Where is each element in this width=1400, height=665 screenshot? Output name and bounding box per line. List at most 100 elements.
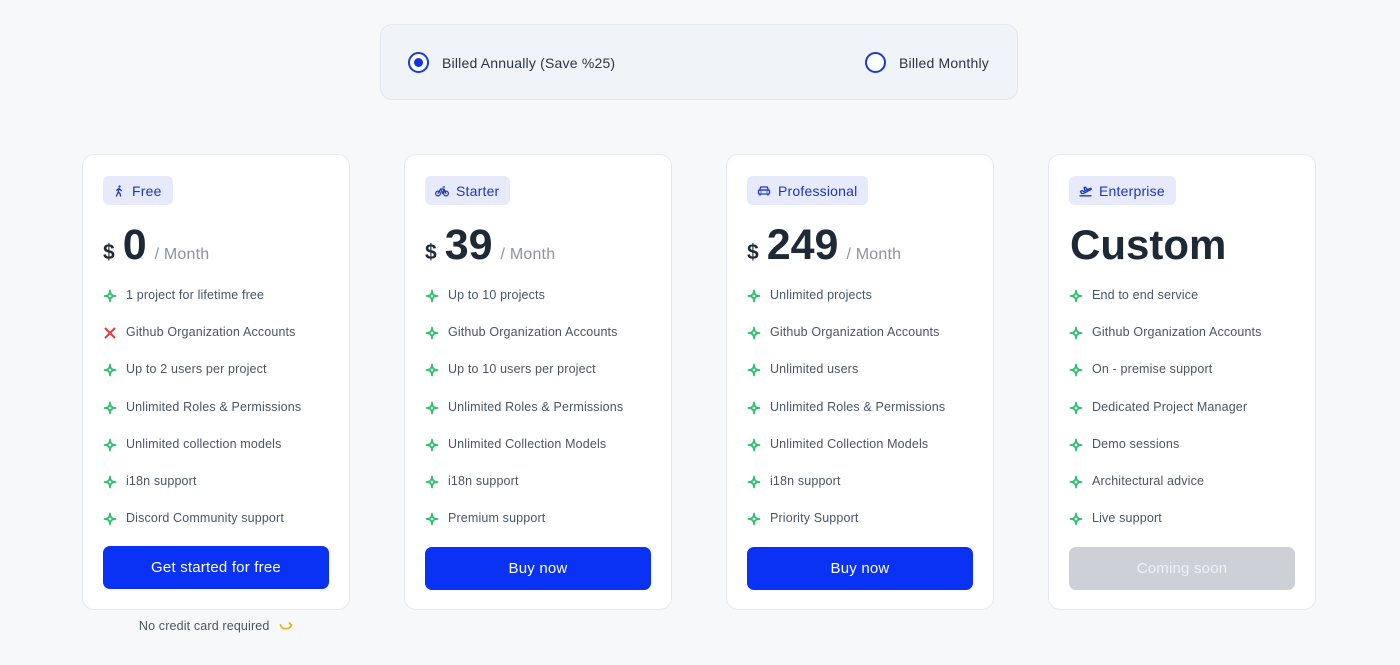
feature-text: Premium support [448, 511, 546, 526]
plan-name: Professional [778, 182, 858, 199]
billing-monthly-radio[interactable] [865, 52, 886, 73]
sparkle-check-icon [1069, 364, 1083, 377]
sparkle-check-icon [747, 475, 761, 489]
billing-toggle: Billed Annually (Save %25) Billed Monthl… [380, 24, 1018, 100]
feature-text: Up to 2 users per project [126, 362, 267, 377]
feature-item: Unlimited projects [747, 282, 945, 319]
sparkle-check-icon [425, 401, 439, 414]
price-custom: Custom [1070, 221, 1227, 268]
feature-text: Dedicated Project Manager [1092, 399, 1248, 414]
price-amount: 39 [444, 221, 493, 269]
get-started-button[interactable]: Get started for free [103, 546, 329, 589]
feature-text: 1 project for lifetime free [126, 288, 265, 302]
sparkle-check-icon [1069, 326, 1083, 340]
feature-text: Unlimited Roles & Permissions [126, 399, 302, 414]
plan-price: $ 39 / Month [425, 219, 555, 271]
price-amount: 249 [766, 221, 839, 269]
feature-text: End to end service [1092, 288, 1199, 302]
price-period: / Month [154, 246, 210, 263]
feature-item: Unlimited Roles & Permissions [425, 394, 623, 431]
sparkle-check-icon [747, 438, 761, 452]
sparkle-check-icon [1069, 512, 1083, 526]
sparkle-check-icon [425, 289, 439, 303]
feature-item: Demo sessions [1069, 431, 1262, 468]
feature-item: Unlimited Collection Models [747, 431, 945, 468]
feature-text: i18n support [448, 473, 519, 488]
feature-item: i18n support [747, 468, 945, 505]
price-period: / Month [500, 246, 556, 263]
feature-text: Up to 10 users per project [448, 362, 596, 377]
feature-item: Up to 10 users per project [425, 356, 623, 393]
feature-list: End to end service Github Organization Ac… [1069, 282, 1262, 542]
feature-item: Discord Community support [103, 505, 301, 542]
sparkle-check-icon [747, 401, 761, 414]
sparkle-check-icon [103, 438, 117, 452]
feature-text: Architectural advice [1092, 473, 1205, 488]
plan-badge-enterprise: Enterprise [1069, 176, 1176, 205]
feature-text: Github Organization Accounts [126, 325, 296, 340]
feature-item: Github Organization Accounts [425, 319, 623, 356]
feature-item: Priority Support [747, 505, 945, 542]
plan-card-starter: Starter $ 39 / Month Up to 10 projects Gi… [404, 154, 672, 610]
feature-item: Unlimited collection models [103, 431, 301, 468]
sparkle-check-icon [1069, 401, 1083, 414]
feature-item: On - premise support [1069, 356, 1262, 393]
sparkle-check-icon [425, 364, 439, 377]
plan-badge-free: Free [103, 176, 173, 205]
feature-text: Github Organization Accounts [770, 325, 940, 340]
feature-item: Unlimited Roles & Permissions [103, 394, 301, 431]
car-icon [757, 185, 771, 196]
feature-item: Unlimited Roles & Permissions [747, 394, 945, 431]
plan-price: $ 249 / Month [747, 219, 901, 271]
bicycle-icon [435, 185, 449, 196]
sparkle-check-icon [425, 475, 439, 489]
feature-text: Unlimited projects [770, 288, 873, 302]
billing-monthly-option[interactable]: Billed Monthly [865, 52, 989, 73]
sparkle-check-icon [747, 512, 761, 526]
feature-text: Unlimited Collection Models [770, 436, 929, 451]
sparkle-check-icon [425, 438, 439, 452]
note-text: No credit card required [138, 619, 270, 633]
sparkle-check-icon [103, 401, 117, 414]
feature-text: Github Organization Accounts [448, 325, 618, 340]
feature-text: Up to 10 projects [448, 288, 546, 302]
sparkle-check-icon [103, 512, 117, 526]
billing-annual-label: Billed Annually (Save %25) [442, 54, 616, 71]
feature-item: End to end service [1069, 282, 1262, 319]
price-period: / Month [846, 246, 902, 263]
buy-now-button[interactable]: Buy now [425, 547, 651, 590]
feature-text: Priority Support [770, 511, 859, 526]
billing-monthly-label: Billed Monthly [899, 54, 989, 71]
plan-name: Enterprise [1099, 182, 1165, 199]
sparkle-check-icon [103, 364, 117, 377]
sparkle-check-icon [1069, 438, 1083, 452]
feature-item: Live support [1069, 505, 1262, 542]
plan-badge-professional: Professional [747, 176, 869, 205]
plan-badge-starter: Starter [425, 176, 511, 205]
sparkle-check-icon [425, 512, 439, 526]
buy-now-button[interactable]: Buy now [747, 547, 973, 590]
feature-item: 1 project for lifetime free [103, 282, 301, 319]
billing-annual-radio[interactable] [408, 52, 429, 73]
feature-item: Unlimited users [747, 356, 945, 393]
feature-item: Github Organization Accounts [1069, 319, 1262, 356]
price-amount: 0 [122, 221, 147, 269]
feature-text: Discord Community support [126, 511, 284, 526]
feature-text: Github Organization Accounts [1092, 325, 1262, 340]
smile-icon [279, 622, 293, 630]
billing-annual-option[interactable]: Billed Annually (Save %25) [408, 52, 615, 73]
walking-person-icon [115, 184, 122, 197]
sparkle-check-icon [103, 289, 117, 303]
coming-soon-button[interactable]: Coming soon [1069, 547, 1295, 590]
sparkle-check-icon [1069, 289, 1083, 303]
feature-item: Up to 2 users per project [103, 356, 301, 393]
airplane-takeoff-icon [1079, 186, 1092, 196]
feature-text: Demo sessions [1092, 436, 1180, 451]
sparkle-check-icon [747, 364, 761, 377]
feature-text: On - premise support [1092, 362, 1213, 377]
sparkle-check-icon [747, 289, 761, 303]
sparkle-check-icon [103, 475, 117, 489]
feature-list: Up to 10 projects Github Organization Acc… [425, 282, 623, 542]
feature-item: Github Organization Accounts [103, 319, 301, 356]
price-currency: $ [425, 241, 437, 264]
